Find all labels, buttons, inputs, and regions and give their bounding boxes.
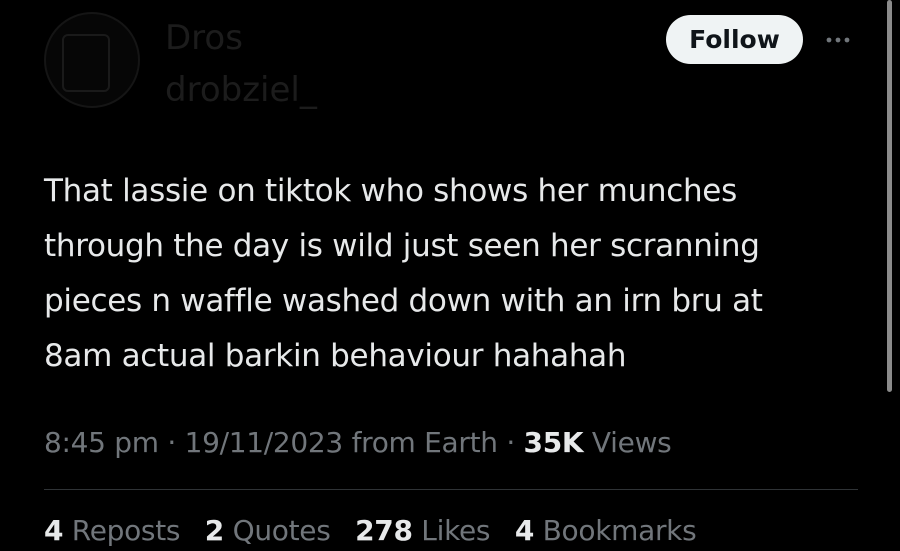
more-options-button[interactable] [818,22,858,58]
tweet-time[interactable]: 8:45 pm [44,426,159,459]
engagement-stats: 4 Reposts 2 Quotes 278 Likes 4 Bookmarks [44,511,712,551]
avatar-emblem [62,34,110,92]
user-handle[interactable]: drobziel_ [165,70,317,110]
scrollbar[interactable] [887,0,892,392]
follow-button[interactable]: Follow [666,15,803,64]
reposts-label: Reposts [71,514,181,547]
divider [44,489,858,490]
display-name[interactable]: Dros [165,18,243,58]
meta-separator: · [506,426,515,459]
quotes-count: 2 [204,514,224,547]
bookmarks-count: 4 [514,514,535,547]
likes-label: Likes [421,514,491,547]
more-horizontal-icon [826,37,850,43]
tweet-date[interactable]: 19/11/2023 [185,426,344,459]
likes-stat[interactable]: 278 Likes [355,511,490,551]
tweet-text: That lassie on tiktok who shows her munc… [44,173,763,374]
reposts-stat[interactable]: 4 Reposts [44,511,180,551]
reposts-count: 4 [44,514,64,547]
views-count[interactable]: 35K [524,426,584,459]
quotes-stat[interactable]: 2 Quotes [205,511,331,551]
avatar[interactable] [44,12,140,108]
quotes-label: Quotes [232,514,331,547]
bookmarks-label: Bookmarks [542,514,697,547]
bookmarks-stat[interactable]: 4 Bookmarks [515,511,697,551]
meta-separator: · [167,426,176,459]
tweet-meta: 8:45 pm · 19/11/2023 from Earth · 35K Vi… [44,420,672,466]
tweet-source: from Earth [351,426,498,459]
views-label: Views [591,426,672,459]
likes-count: 278 [355,514,413,547]
